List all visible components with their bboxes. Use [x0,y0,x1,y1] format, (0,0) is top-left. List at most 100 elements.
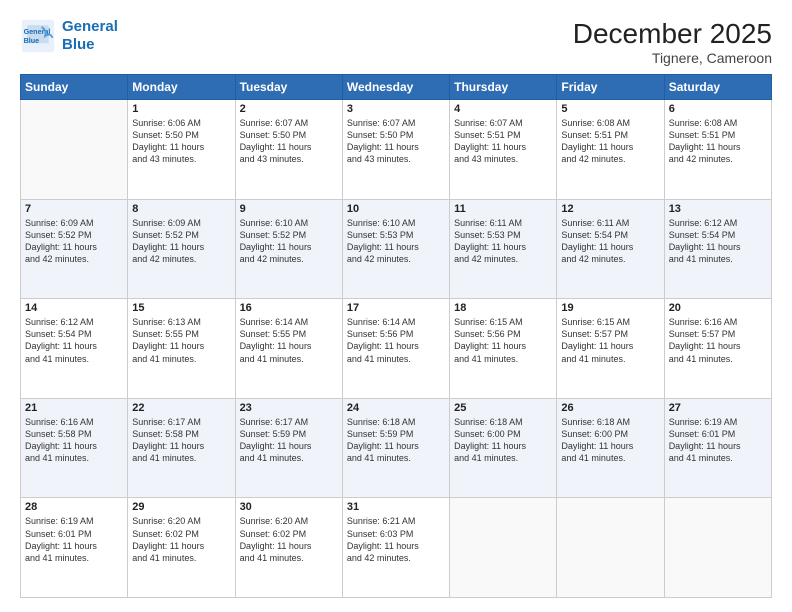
column-header-wednesday: Wednesday [342,75,449,100]
calendar-cell: 19Sunrise: 6:15 AMSunset: 5:57 PMDayligh… [557,299,664,399]
day-number: 6 [669,103,767,115]
calendar-cell: 29 Sunrise: 6:20 AMSunset: 6:02 PMDayligh… [128,498,235,598]
day-info: Sunrise: 6:18 AMSunset: 6:00 PMDaylight:… [454,416,552,465]
day-number: 5 [561,103,659,115]
day-info: Sunrise: 6:07 AMSunset: 5:51 PMDaylight:… [454,117,552,166]
column-header-saturday: Saturday [664,75,771,100]
day-number: 7 [25,203,123,215]
day-info: Sunrise: 6:17 AMSunset: 5:59 PMDaylight:… [240,416,338,465]
calendar-cell: 15 Sunrise: 6:13 AMSunset: 5:55 PMDayligh… [128,299,235,399]
calendar-cell: 9 Sunrise: 6:10 AMSunset: 5:52 PMDaylight… [235,199,342,299]
day-number: 12 [561,203,659,215]
day-number: 3 [347,103,445,115]
day-info: Sunrise: 6:14 AMSunset: 5:55 PMDaylight:… [240,316,338,365]
calendar-week-row: 1 Sunrise: 6:06 AMSunset: 5:50 PMDaylight… [21,100,772,200]
day-number: 26 [561,402,659,414]
day-number: 17 [347,302,445,314]
calendar-week-row: 7 Sunrise: 6:09 AMSunset: 5:52 PMDaylight… [21,199,772,299]
day-number: 31 [347,501,445,513]
day-number: 8 [132,203,230,215]
day-info: Sunrise: 6:11 AMSunset: 5:53 PMDaylight:… [454,217,552,266]
calendar-cell: 5 Sunrise: 6:08 AMSunset: 5:51 PMDaylight… [557,100,664,200]
day-info: Sunrise: 6:17 AMSunset: 5:58 PMDaylight:… [132,416,230,465]
calendar-cell: 25 Sunrise: 6:18 AMSunset: 6:00 PMDayligh… [450,398,557,498]
logo: General Blue General Blue [20,18,118,54]
column-header-monday: Monday [128,75,235,100]
day-info: Sunrise: 6:16 AMSunset: 5:58 PMDaylight:… [25,416,123,465]
day-number: 4 [454,103,552,115]
day-info: Sunrise: 6:16 AMSunset: 5:57 PMDaylight:… [669,316,767,365]
calendar-cell: 31 Sunrise: 6:21 AMSunset: 6:03 PMDayligh… [342,498,449,598]
day-number: 27 [669,402,767,414]
calendar-cell: 6 Sunrise: 6:08 AMSunset: 5:51 PMDaylight… [664,100,771,200]
day-info: Sunrise: 6:08 AMSunset: 5:51 PMDaylight:… [669,117,767,166]
calendar-cell: 12Sunrise: 6:11 AMSunset: 5:54 PMDayligh… [557,199,664,299]
calendar-cell [664,498,771,598]
calendar-cell: 16Sunrise: 6:14 AMSunset: 5:55 PMDayligh… [235,299,342,399]
day-info: Sunrise: 6:12 AMSunset: 5:54 PMDaylight:… [669,217,767,266]
day-number: 1 [132,103,230,115]
calendar-cell: 23 Sunrise: 6:17 AMSunset: 5:59 PMDayligh… [235,398,342,498]
day-number: 25 [454,402,552,414]
calendar-cell: 4 Sunrise: 6:07 AMSunset: 5:51 PMDaylight… [450,100,557,200]
day-info: Sunrise: 6:07 AMSunset: 5:50 PMDaylight:… [347,117,445,166]
day-number: 29 [132,501,230,513]
calendar-cell: 10Sunrise: 6:10 AMSunset: 5:53 PMDayligh… [342,199,449,299]
day-number: 13 [669,203,767,215]
header: General Blue General Blue December 2025 … [20,18,772,66]
title-block: December 2025 Tignere, Cameroon [573,18,772,66]
day-info: Sunrise: 6:09 AMSunset: 5:52 PMDaylight:… [25,217,123,266]
page-subtitle: Tignere, Cameroon [573,50,772,66]
calendar-cell: 2Sunrise: 6:07 AMSunset: 5:50 PMDaylight… [235,100,342,200]
day-info: Sunrise: 6:13 AMSunset: 5:55 PMDaylight:… [132,316,230,365]
svg-text:Blue: Blue [24,36,40,45]
day-number: 14 [25,302,123,314]
calendar-week-row: 28 Sunrise: 6:19 AMSunset: 6:01 PMDayligh… [21,498,772,598]
day-number: 30 [240,501,338,513]
calendar-cell [557,498,664,598]
day-number: 11 [454,203,552,215]
calendar-cell: 21 Sunrise: 6:16 AMSunset: 5:58 PMDayligh… [21,398,128,498]
day-info: Sunrise: 6:10 AMSunset: 5:53 PMDaylight:… [347,217,445,266]
page: General Blue General Blue December 2025 … [0,0,792,612]
calendar-cell: 27 Sunrise: 6:19 AMSunset: 6:01 PMDayligh… [664,398,771,498]
calendar-cell: 1 Sunrise: 6:06 AMSunset: 5:50 PMDaylight… [128,100,235,200]
day-number: 9 [240,203,338,215]
day-number: 2 [240,103,338,115]
day-info: Sunrise: 6:12 AMSunset: 5:54 PMDaylight:… [25,316,123,365]
calendar-week-row: 21 Sunrise: 6:16 AMSunset: 5:58 PMDayligh… [21,398,772,498]
calendar-cell: 11 Sunrise: 6:11 AMSunset: 5:53 PMDayligh… [450,199,557,299]
day-info: Sunrise: 6:15 AMSunset: 5:57 PMDaylight:… [561,316,659,365]
day-number: 28 [25,501,123,513]
day-info: Sunrise: 6:20 AMSunset: 6:02 PMDaylight:… [132,515,230,564]
calendar-cell: 3 Sunrise: 6:07 AMSunset: 5:50 PMDaylight… [342,100,449,200]
logo-text: General Blue [62,18,118,54]
calendar-cell: 14 Sunrise: 6:12 AMSunset: 5:54 PMDayligh… [21,299,128,399]
day-info: Sunrise: 6:06 AMSunset: 5:50 PMDaylight:… [132,117,230,166]
day-info: Sunrise: 6:18 AMSunset: 5:59 PMDaylight:… [347,416,445,465]
day-info: Sunrise: 6:15 AMSunset: 5:56 PMDaylight:… [454,316,552,365]
day-info: Sunrise: 6:19 AMSunset: 6:01 PMDaylight:… [669,416,767,465]
calendar-cell: 18Sunrise: 6:15 AMSunset: 5:56 PMDayligh… [450,299,557,399]
day-number: 15 [132,302,230,314]
calendar-cell: 13 Sunrise: 6:12 AMSunset: 5:54 PMDayligh… [664,199,771,299]
day-number: 23 [240,402,338,414]
calendar-cell [450,498,557,598]
day-info: Sunrise: 6:19 AMSunset: 6:01 PMDaylight:… [25,515,123,564]
calendar-week-row: 14 Sunrise: 6:12 AMSunset: 5:54 PMDayligh… [21,299,772,399]
column-header-tuesday: Tuesday [235,75,342,100]
day-number: 24 [347,402,445,414]
day-info: Sunrise: 6:14 AMSunset: 5:56 PMDaylight:… [347,316,445,365]
day-info: Sunrise: 6:09 AMSunset: 5:52 PMDaylight:… [132,217,230,266]
day-info: Sunrise: 6:21 AMSunset: 6:03 PMDaylight:… [347,515,445,564]
calendar-cell: 22 Sunrise: 6:17 AMSunset: 5:58 PMDayligh… [128,398,235,498]
day-info: Sunrise: 6:10 AMSunset: 5:52 PMDaylight:… [240,217,338,266]
calendar-cell: 7 Sunrise: 6:09 AMSunset: 5:52 PMDaylight… [21,199,128,299]
day-number: 21 [25,402,123,414]
column-header-sunday: Sunday [21,75,128,100]
day-number: 22 [132,402,230,414]
calendar-cell: 28 Sunrise: 6:19 AMSunset: 6:01 PMDayligh… [21,498,128,598]
calendar-cell: 20Sunrise: 6:16 AMSunset: 5:57 PMDayligh… [664,299,771,399]
calendar-cell: 30Sunrise: 6:20 AMSunset: 6:02 PMDayligh… [235,498,342,598]
day-info: Sunrise: 6:08 AMSunset: 5:51 PMDaylight:… [561,117,659,166]
